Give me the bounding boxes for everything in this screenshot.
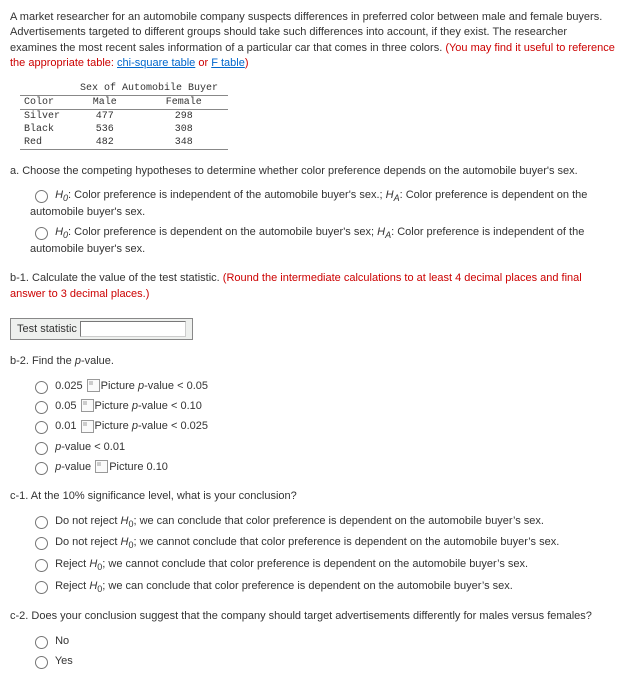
part-b2-prompt: b-2. Find the p-value. [10, 355, 114, 367]
part-b2-option-1: 0.025 Picture p-value < 0.05 [30, 378, 615, 394]
test-statistic-input[interactable] [80, 321, 186, 337]
part-b2-option-3: 0.01 Picture p-value < 0.025 [30, 418, 615, 434]
part-c1-prompt: c-1. At the 10% significance level, what… [10, 490, 297, 502]
test-statistic-label: Test statistic [17, 323, 77, 335]
part-c2-radio-no[interactable] [35, 636, 48, 649]
table-row: Red 482 348 [20, 136, 228, 150]
part-b1: b-1. Calculate the value of the test sta… [10, 271, 615, 340]
col-header-color: Color [20, 95, 70, 109]
part-c2-prompt: c-2. Does your conclusion suggest that t… [10, 610, 592, 622]
col-header-male: Male [70, 95, 140, 109]
part-c2-radio-yes[interactable] [35, 656, 48, 669]
part-b2-radio-3[interactable] [35, 421, 48, 434]
part-b2-option-5: p-value Picture 0.10 [30, 459, 615, 475]
part-b2-radio-2[interactable] [35, 401, 48, 414]
part-a-radio-2[interactable] [35, 227, 48, 240]
part-c1: c-1. At the 10% significance level, what… [10, 489, 615, 595]
part-b2: b-2. Find the p-value. 0.025 Picture p-v… [10, 354, 615, 475]
problem-intro: A market researcher for an automobile co… [10, 10, 615, 72]
part-c1-option-4: Reject H0; we can conclude that color pr… [30, 578, 615, 596]
chi-square-link[interactable]: chi-square table [117, 57, 195, 69]
part-b2-option-4: p-value < 0.01 [30, 439, 615, 455]
part-c1-option-2: Do not reject H0; we cannot conclude tha… [30, 534, 615, 552]
picture-icon [87, 379, 100, 392]
picture-icon [81, 420, 94, 433]
table-row: Silver 477 298 [20, 109, 228, 123]
table-row: Black 536 308 [20, 123, 228, 136]
part-c1-option-1: Do not reject H0; we can conclude that c… [30, 513, 615, 531]
f-table-link[interactable]: F table [211, 57, 245, 69]
part-b1-prompt: b-1. Calculate the value of the test sta… [10, 272, 223, 284]
data-table: Sex of Automobile Buyer Color Male Femal… [20, 82, 228, 150]
part-b2-radio-4[interactable] [35, 442, 48, 455]
part-a-option-2: H0: Color preference is dependent on the… [30, 224, 615, 257]
part-c1-radio-1[interactable] [35, 516, 48, 529]
part-a-prompt: a. Choose the competing hypotheses to de… [10, 165, 578, 177]
picture-icon [81, 399, 94, 412]
part-c2: c-2. Does your conclusion suggest that t… [10, 609, 615, 669]
test-statistic-box: Test statistic [10, 318, 193, 340]
table-group-header: Sex of Automobile Buyer [70, 82, 228, 96]
picture-icon [95, 460, 108, 473]
part-c1-radio-2[interactable] [35, 537, 48, 550]
part-c1-radio-3[interactable] [35, 559, 48, 572]
part-a-option-1: H0: Color preference is independent of t… [30, 187, 615, 220]
part-c2-option-yes: Yes [30, 653, 615, 669]
part-b2-radio-1[interactable] [35, 381, 48, 394]
part-b2-option-2: 0.05 Picture p-value < 0.10 [30, 398, 615, 414]
part-a-radio-1[interactable] [35, 190, 48, 203]
part-b2-radio-5[interactable] [35, 462, 48, 475]
part-a: a. Choose the competing hypotheses to de… [10, 164, 615, 258]
part-c2-option-no: No [30, 633, 615, 649]
col-header-female: Female [140, 95, 229, 109]
part-c1-radio-4[interactable] [35, 581, 48, 594]
part-c1-option-3: Reject H0; we cannot conclude that color… [30, 556, 615, 574]
